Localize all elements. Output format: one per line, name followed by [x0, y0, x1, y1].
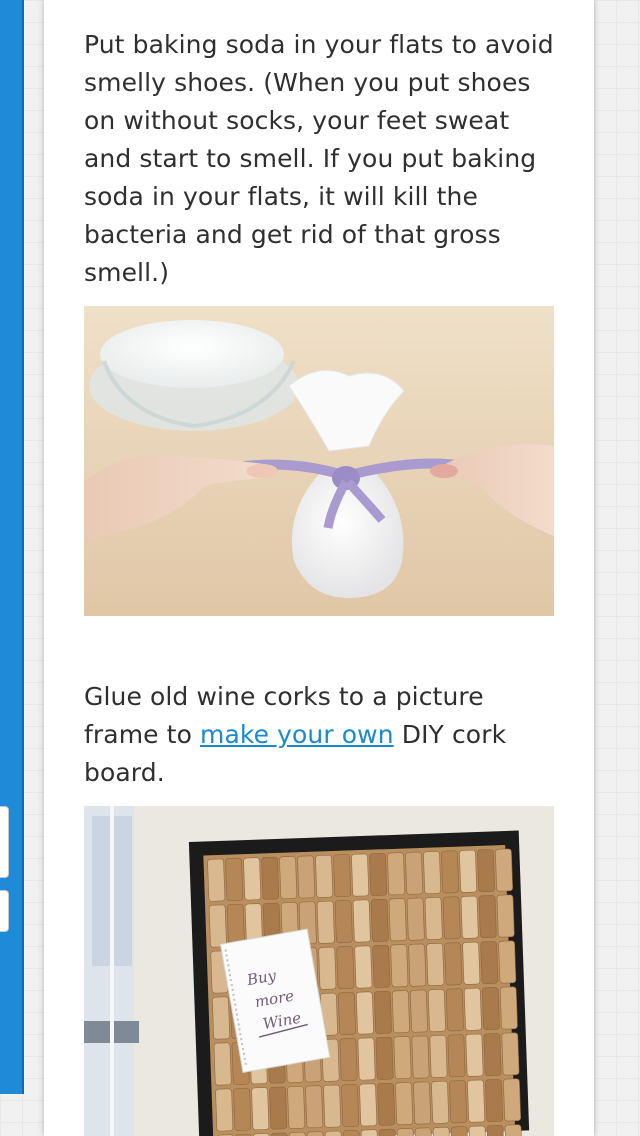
make-your-own-link[interactable]: make your own	[200, 720, 394, 749]
cork-board-photo: Buy more Wine	[84, 806, 554, 1136]
article-content: Put baking soda in your flats to avoid s…	[44, 0, 594, 1136]
baking-soda-sachet-photo	[84, 306, 554, 616]
sidebar-tab[interactable]	[0, 806, 9, 878]
sidebar-tab[interactable]	[0, 890, 9, 932]
tip-text-cork-board: Glue old wine corks to a picture frame t…	[84, 678, 564, 792]
tip-text-baking-soda: Put baking soda in your flats to avoid s…	[84, 30, 554, 287]
